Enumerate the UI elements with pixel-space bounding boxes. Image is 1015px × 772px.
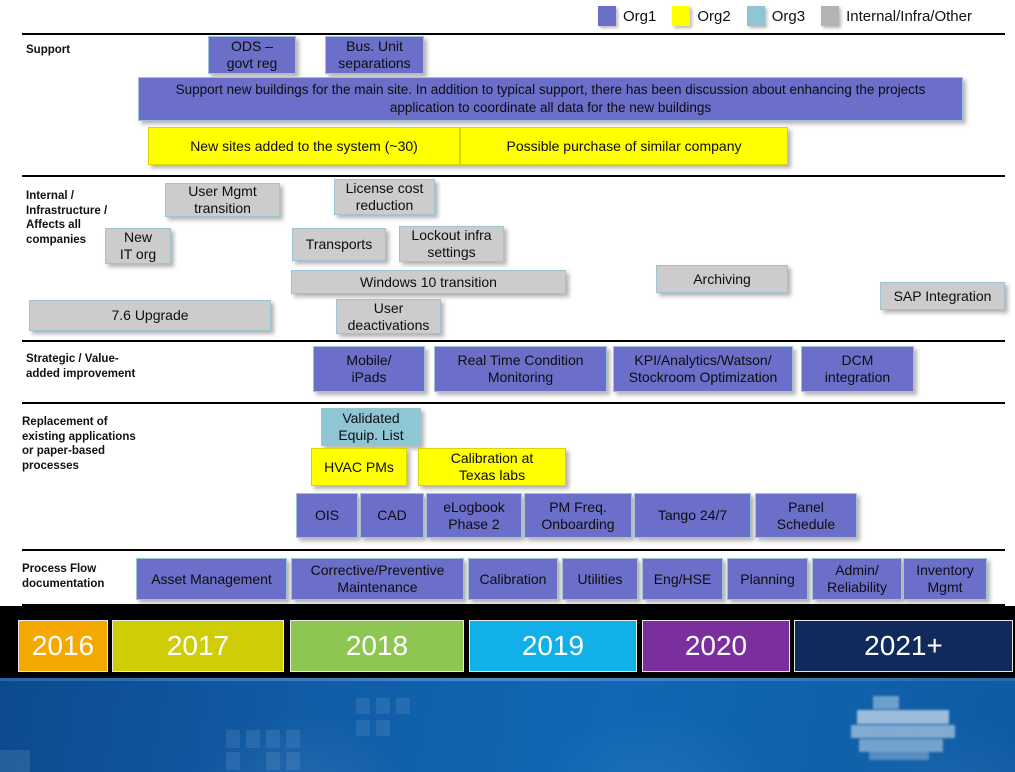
item-sap-integration[interactable]: SAP Integration [880, 282, 1005, 310]
item-corrective-preventive-maintenance[interactable]: Corrective/Preventive Maintenance [291, 558, 464, 600]
timeline-year-2020[interactable]: 2020 [642, 620, 790, 672]
item-kpi-analytics-watson[interactable]: KPI/Analytics/Watson/ Stockroom Optimiza… [613, 346, 793, 392]
legend-item-org2: Org2 [672, 6, 731, 26]
timeline-year-2016[interactable]: 2016 [18, 620, 108, 672]
item-utilities[interactable]: Utilities [562, 558, 638, 600]
item-transports[interactable]: Transports [292, 228, 386, 261]
roadmap-slide: Org1 Org2 Org3 Internal/Infra/Other Supp… [0, 0, 1015, 772]
item-planning[interactable]: Planning [727, 558, 808, 600]
legend-label: Internal/Infra/Other [846, 7, 972, 25]
item-archiving[interactable]: Archiving [656, 265, 788, 293]
legend-label: Org3 [771, 7, 806, 25]
item-support-new-buildings[interactable]: Support new buildings for the main site.… [138, 77, 963, 121]
logo-block [859, 739, 943, 752]
item-admin-reliability[interactable]: Admin/ Reliability [812, 558, 902, 600]
footer-decor-brick [356, 698, 370, 714]
item-7-6-upgrade[interactable]: 7.6 Upgrade [29, 300, 271, 331]
footer-decor-brick [286, 752, 300, 770]
row-label-strategic-value-added: Strategic / Value- added improvement [26, 353, 136, 380]
footer-decor-brick [396, 698, 410, 714]
item-possible-purchase[interactable]: Possible purchase of similar company [460, 127, 788, 165]
footer-decor-brick [286, 730, 300, 748]
item-real-time-condition-monitoring[interactable]: Real Time Condition Monitoring [434, 346, 607, 392]
row-separator-replacement [22, 549, 1005, 551]
item-dcm-integration[interactable]: DCM integration [801, 346, 914, 392]
color-swatch-icon [672, 6, 691, 26]
row-label-support: Support [26, 44, 71, 56]
item-license-cost-reduction[interactable]: License cost reduction [334, 179, 435, 215]
company-logo [849, 696, 967, 760]
timeline-year-2018[interactable]: 2018 [290, 620, 464, 672]
row-separator-strategic [22, 402, 1005, 404]
item-bus-unit-separations[interactable]: Bus. Unit separations [325, 36, 424, 74]
legend-item-org1: Org1 [598, 6, 656, 26]
legend: Org1 Org2 Org3 Internal/Infra/Other [598, 6, 988, 26]
item-ods-govt-reg[interactable]: ODS – govt reg [208, 36, 296, 74]
item-new-it-org[interactable]: New IT org [105, 228, 171, 264]
footer-top-edge [0, 678, 1015, 681]
footer-decor-brick [376, 698, 390, 714]
item-panel-schedule[interactable]: Panel Schedule [755, 493, 857, 538]
row-separator-internal [22, 340, 1005, 342]
item-asset-management[interactable]: Asset Management [136, 558, 287, 600]
row-label-process-flow: Process Flow documentation [22, 563, 105, 590]
item-new-sites-added[interactable]: New sites added to the system (~30) [148, 127, 460, 165]
item-inventory-mgmt[interactable]: Inventory Mgmt [903, 558, 987, 600]
footer-decor-brick [266, 730, 280, 748]
row-label-replacement: Replacement of existing applications or … [22, 416, 136, 472]
timeline-year-2021-plus[interactable]: 2021+ [794, 620, 1013, 672]
item-calibration-texas-labs[interactable]: Calibration at Texas labs [418, 448, 566, 486]
footer-decor-brick [266, 752, 280, 770]
color-swatch-icon [598, 6, 616, 26]
item-eng-hse[interactable]: Eng/HSE [642, 558, 723, 600]
item-user-deactivations[interactable]: User deactivations [336, 299, 441, 334]
item-hvac-pms[interactable]: HVAC PMs [311, 448, 407, 486]
logo-block [869, 752, 929, 760]
footer-decor-brick [0, 750, 30, 772]
logo-block [873, 696, 899, 709]
row-separator-support [22, 175, 1005, 177]
item-validated-equip-list[interactable]: Validated Equip. List [321, 408, 421, 446]
item-calibration[interactable]: Calibration [468, 558, 558, 600]
item-tango-24-7[interactable]: Tango 24/7 [634, 493, 751, 538]
timeline-year-2017[interactable]: 2017 [112, 620, 284, 672]
item-mobile-ipads[interactable]: Mobile/ iPads [313, 346, 425, 392]
item-cad[interactable]: CAD [360, 493, 424, 538]
color-swatch-icon [746, 6, 765, 26]
item-user-mgmt-transition[interactable]: User Mgmt transition [165, 183, 280, 217]
footer-decor-brick [226, 752, 240, 770]
legend-label: Org1 [623, 7, 657, 25]
item-ois[interactable]: OIS [296, 493, 358, 538]
footer-decor-brick [356, 720, 370, 736]
row-separator-top [22, 33, 1005, 35]
footer-decor-brick [246, 730, 260, 748]
item-pm-freq-onboarding[interactable]: PM Freq. Onboarding [524, 493, 632, 538]
color-swatch-icon [821, 6, 840, 26]
legend-item-internal-infra-other: Internal/Infra/Other [821, 6, 972, 26]
footer-decor-brick [226, 730, 240, 748]
item-elogbook-phase-2[interactable]: eLogbook Phase 2 [426, 493, 522, 538]
logo-block [857, 710, 949, 724]
item-windows-10-transition[interactable]: Windows 10 transition [291, 270, 566, 294]
legend-label: Org2 [697, 7, 731, 25]
legend-item-org3: Org3 [746, 6, 806, 26]
footer-decor-brick [376, 720, 390, 736]
logo-block [851, 725, 955, 738]
item-lockout-infra-settings[interactable]: Lockout infra settings [399, 226, 504, 262]
footer-graphic [0, 678, 1015, 772]
timeline-year-2019[interactable]: 2019 [469, 620, 637, 672]
